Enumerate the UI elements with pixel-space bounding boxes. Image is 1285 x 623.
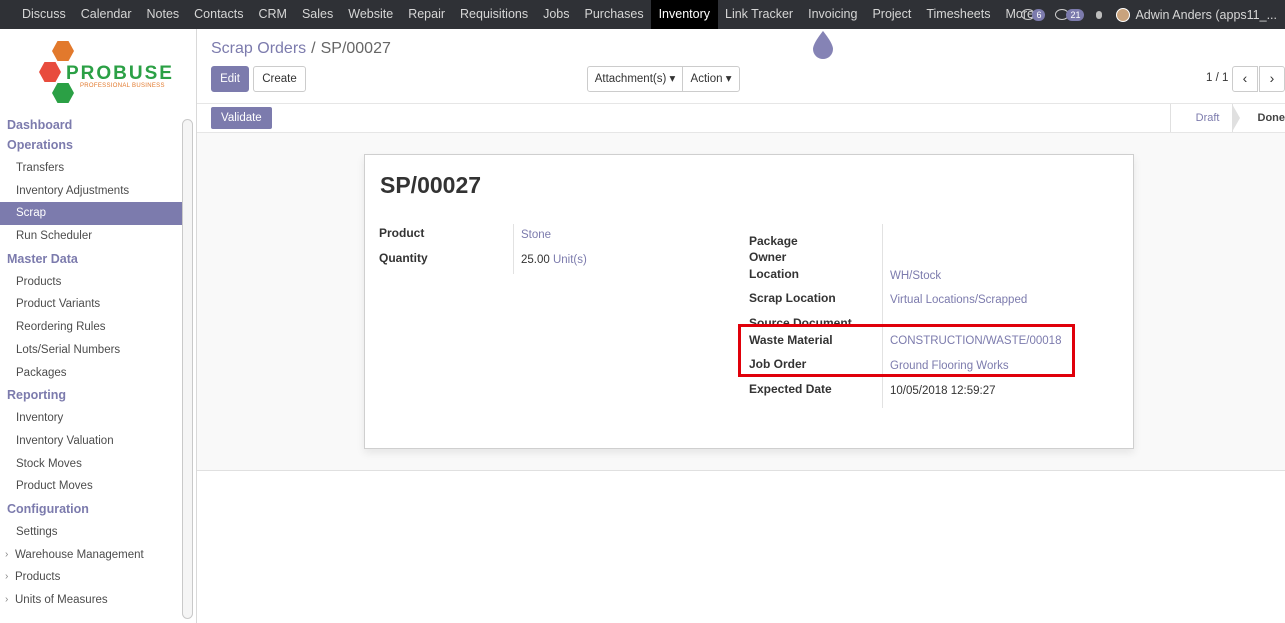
activity-count-badge: 21 [1066,8,1085,21]
sidebar-section-master-data: Master Data [7,251,78,266]
topmenu-item-sales[interactable]: Sales [294,0,340,29]
activity-notification[interactable]: 21 [1055,8,1085,21]
logo-hex-orange [52,41,74,61]
breadcrumb-current: SP/00027 [320,40,391,57]
topmenu-item-website[interactable]: Website [341,0,401,29]
topmenu-item-invoicing[interactable]: Invoicing [801,0,865,29]
company-logo[interactable]: PROBUSE PROFESSIONAL BUSINESS [36,41,172,107]
validate-button[interactable]: Validate [211,107,272,129]
quantity-field[interactable]: 25.00 Unit(s) [521,254,587,266]
chat-count-badge: 6 [1032,8,1046,21]
sidebar-item-settings[interactable]: Settings [0,521,182,544]
topmenu-item-calendar[interactable]: Calendar [73,0,139,29]
topmenu-item-discuss[interactable]: Discuss [0,0,73,29]
owner-label: Owner [749,250,787,264]
sidebar-item-inventory-adjustments[interactable]: Inventory Adjustments [0,180,182,203]
sidebar-item-products[interactable]: Products [0,566,182,589]
topmenu-item-repair[interactable]: Repair [401,0,453,29]
control-panel: Scrap Orders / SP/00027 Edit Create Attach… [197,29,1285,103]
pager-value[interactable]: 1 / 1 [1206,72,1228,84]
sidebar-item-transfers[interactable]: Transfers [0,157,182,180]
action-dropdown[interactable]: Action ▾ [682,66,740,92]
bug-icon[interactable] [1094,9,1104,20]
logo-hex-red [39,62,61,82]
breadcrumb-parent[interactable]: Scrap Orders [211,40,306,57]
topmenu-item-project[interactable]: Project [865,0,919,29]
user-avatar[interactable] [1116,7,1131,22]
left-column-divider [513,224,514,274]
sidebar-item-reordering-rules[interactable]: Reordering Rules [0,316,182,339]
status-bar: Validate Draft Done [197,103,1285,133]
location-field[interactable]: WH/Stock [890,270,941,282]
sidebar-section-operations: Operations [7,138,73,152]
breadcrumb: Scrap Orders / SP/00027 [211,40,391,58]
topmenu-item-purchases[interactable]: Purchases [577,0,651,29]
breadcrumb-separator: / [311,40,316,57]
location-label: Location [749,267,799,281]
sidebar-scrollbar[interactable] [182,119,193,619]
attachments-dropdown[interactable]: Attachment(s) ▾ [587,66,683,92]
pager-previous-button[interactable]: ‹ [1232,66,1258,92]
sidebar-menu: Dashboard Operations Transfers Inventory Ad… [0,117,182,612]
sidebar-item-packages[interactable]: Packages [0,362,182,385]
product-field[interactable]: Stone [521,229,551,241]
stage-statusbar: Draft Done [1169,104,1285,132]
sidebar-item-scrap[interactable]: Scrap [0,202,182,226]
quantity-label: Quantity [379,251,428,265]
expected-date-field[interactable]: 10/05/2018 12:59:27 [890,385,996,397]
product-label: Product [379,226,425,240]
scrap-location-label: Scrap Location [749,291,836,305]
sidebar-item-lots-serial-numbers[interactable]: Lots/Serial Numbers [0,339,182,362]
quantity-value: 25.00 [521,254,550,266]
sidebar-item-product-moves[interactable]: Product Moves [0,475,182,498]
stage-done[interactable]: Done [1231,104,1285,132]
sidebar-item-product-variants[interactable]: Product Variants [0,293,182,316]
topmenu-item-requisitions[interactable]: Requisitions [453,0,536,29]
topmenu-item-inventory[interactable]: Inventory [651,0,718,29]
sidebar-item-run-scheduler[interactable]: Run Scheduler [0,225,182,248]
sidebar-item-units-of-measures[interactable]: Units of Measures [0,589,182,612]
topmenu-item-link-tracker[interactable]: Link Tracker [718,0,801,29]
package-label: Package [749,234,798,248]
topmenu-item-timesheets[interactable]: Timesheets [919,0,998,29]
form-sheet: SP/00027 Product Stone Quantity 25.00 Un… [364,154,1134,449]
sidebar: PROBUSE PROFESSIONAL BUSINESS Dashboard O… [0,29,197,623]
topmenu-item-crm[interactable]: CRM [251,0,294,29]
scrap-location-field[interactable]: Virtual Locations/Scrapped [890,294,1027,306]
loading-drop-icon [813,31,833,59]
logo-tagline: PROFESSIONAL BUSINESS [80,83,165,89]
chat-notification[interactable]: 6 [1021,8,1046,21]
highlight-box [738,324,1075,377]
sidebar-item-stock-moves[interactable]: Stock Moves [0,453,182,476]
sidebar-item-inventory[interactable]: Inventory [0,407,182,430]
sidebar-item-products[interactable]: Products [0,271,182,294]
stage-draft[interactable]: Draft [1169,104,1240,132]
logo-hex-green [52,83,74,103]
expected-date-label: Expected Date [749,382,832,396]
right-column-divider [882,224,883,408]
systray: 6 21 Adwin Anders (apps11_... [1021,0,1285,29]
topmenu-item-notes[interactable]: Notes [139,0,187,29]
sidebar-section-reporting: Reporting [7,388,67,403]
record-title: SP/00027 [380,172,482,198]
create-button[interactable]: Create [253,66,306,92]
topmenu-item-contacts[interactable]: Contacts [187,0,251,29]
sidebar-section-configuration: Configuration [7,501,89,516]
logo-word: PROBUSE [66,63,174,84]
quantity-uom[interactable]: Unit(s) [553,254,587,266]
edit-button[interactable]: Edit [211,66,249,92]
sidebar-section-dashboard[interactable]: Dashboard [0,117,182,134]
app-menu: Discuss Calendar Notes Contacts CRM Sales Webs… [0,0,1047,29]
topmenu-item-jobs[interactable]: Jobs [536,0,577,29]
top-navbar: Discuss Calendar Notes Contacts CRM Sales Webs… [0,0,1285,29]
user-menu[interactable]: Adwin Anders (apps11_... [1135,8,1285,22]
pager-next-button[interactable]: › [1259,66,1285,92]
sidebar-item-inventory-valuation[interactable]: Inventory Valuation [0,430,182,453]
sidebar-item-warehouse-management[interactable]: Warehouse Management [0,544,182,567]
